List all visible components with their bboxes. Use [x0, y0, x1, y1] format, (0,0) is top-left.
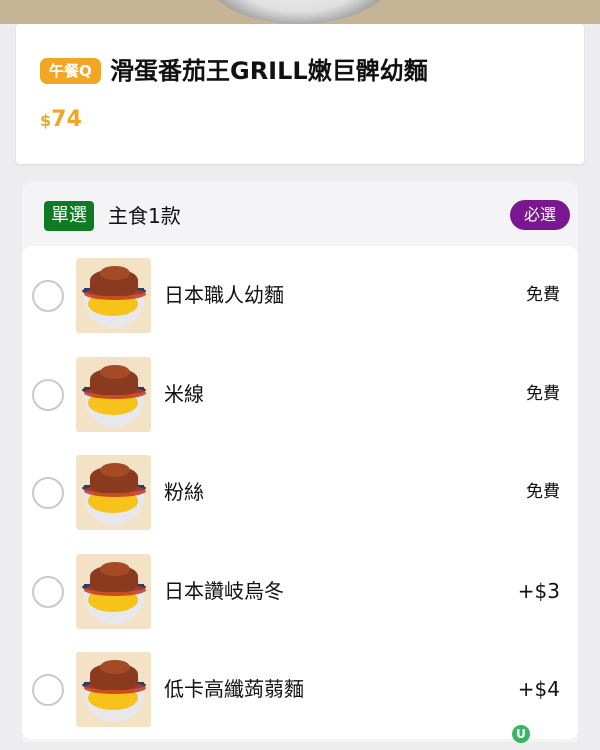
main-course-option-group: 單選 主食1款 必選 日本職人幼麵 免費 米線 免費 粉絲 免費 日本讚岐烏冬 …: [22, 182, 578, 742]
option-price: +$3: [517, 578, 560, 603]
option-price: 免費: [526, 285, 560, 305]
option-item-2[interactable]: 米線 免費: [22, 345, 578, 444]
required-badge: 必選: [509, 200, 570, 230]
option-label: 日本職人幼麵: [164, 283, 284, 307]
price-currency: $: [40, 111, 52, 130]
food-thumbnail: [76, 455, 151, 531]
option-price: +$4: [517, 677, 560, 702]
option-label: 粉絲: [164, 480, 204, 505]
watermark-text: Daily: [534, 726, 567, 741]
food-thumbnail: [76, 356, 151, 432]
single-select-tag: 單選: [44, 201, 94, 231]
option-group-title: 主食1款: [108, 204, 181, 228]
option-label: 日本讚岐烏冬: [164, 578, 284, 603]
food-thumbnail: [76, 258, 151, 333]
watermark-mark: U: [512, 725, 530, 743]
price-amount: 74: [51, 107, 82, 132]
food-thumbnail: [76, 652, 151, 728]
hero-dish-image: [206, 0, 392, 24]
option-item-4[interactable]: 日本讚岐烏冬 +$3: [22, 542, 578, 641]
option-label: 米線: [164, 381, 204, 406]
option-list: 日本職人幼麵 免費 米線 免費 粉絲 免費 日本讚岐烏冬 +$3 低卡高纖蒟蒻麵…: [22, 246, 578, 739]
option-price: 免費: [526, 383, 560, 404]
option-item-3[interactable]: 粉絲 免費: [22, 443, 578, 542]
food-thumbnail: [76, 553, 151, 629]
option-price: 免費: [526, 482, 560, 503]
watermark-logo: U Daily: [512, 724, 567, 744]
radio-unchecked-icon[interactable]: [32, 575, 64, 608]
hero-image-strip: [0, 0, 600, 24]
radio-unchecked-icon[interactable]: [32, 378, 64, 411]
radio-unchecked-icon[interactable]: [32, 280, 64, 312]
product-header-card: 午餐Q 滑蛋番茄王GRILL嫩巨髀幼麵 $74: [16, 24, 584, 164]
radio-unchecked-icon[interactable]: [32, 674, 64, 707]
option-item-5[interactable]: 低卡高纖蒟蒻麵 +$4: [22, 640, 578, 739]
product-title: 滑蛋番茄王GRILL嫩巨髀幼麵: [110, 57, 428, 85]
option-item-1[interactable]: 日本職人幼麵 免費: [22, 246, 578, 345]
radio-unchecked-icon[interactable]: [32, 477, 64, 510]
product-price: $74: [40, 104, 82, 137]
meal-set-badge: 午餐Q: [40, 58, 101, 84]
option-label: 低卡高纖蒟蒻麵: [164, 677, 304, 702]
